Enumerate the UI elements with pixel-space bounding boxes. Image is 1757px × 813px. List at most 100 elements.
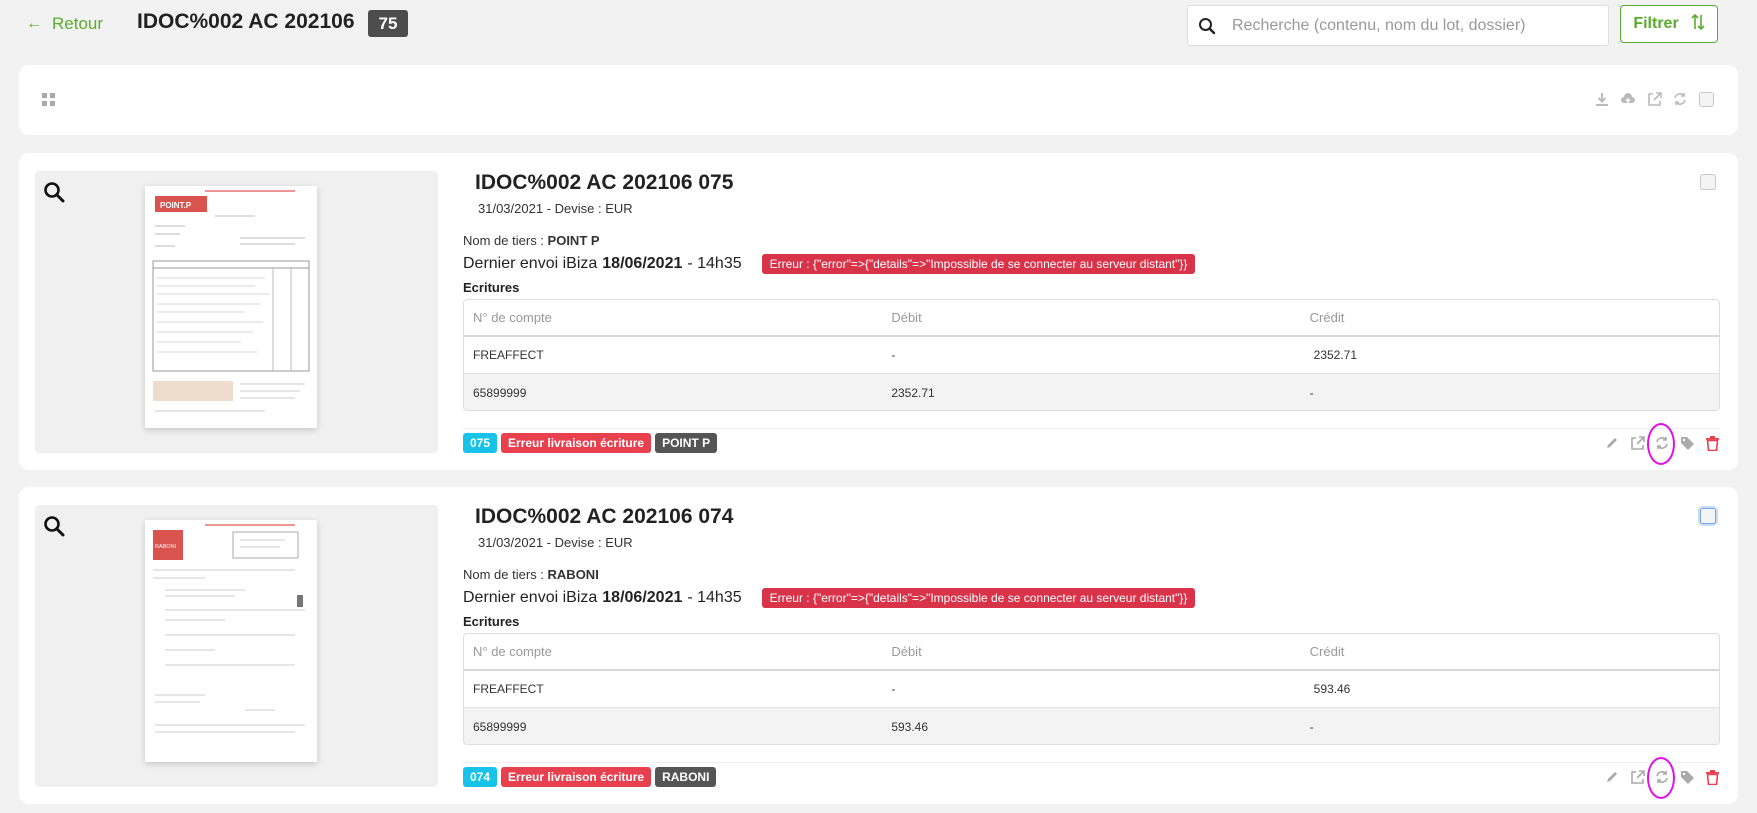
tag-list: 075 Erreur livraison écriture POINT P [463, 433, 718, 453]
highlight-ring [1647, 423, 1675, 465]
last-send-label: Dernier envoi iBiza [463, 255, 598, 272]
search-input[interactable] [1226, 6, 1608, 45]
card-actions [1604, 423, 1720, 465]
search-icon [1188, 17, 1226, 35]
card-divider [463, 762, 1720, 763]
zoom-icon[interactable] [43, 181, 65, 208]
delivery-error-tag: Erreur livraison écriture [501, 433, 652, 453]
last-send-line: Dernier envoi iBiza 18/06/2021 - 14h35 E… [463, 588, 1196, 608]
page-title: IDOC%002 AC 202106 [137, 10, 355, 33]
piece-number-tag: 074 [463, 767, 498, 787]
cell-debit: 593.46 [891, 719, 929, 734]
cell-credit: 593.46 [1313, 682, 1351, 696]
col-header-debit: Débit [891, 310, 922, 325]
delivery-error-tag: Erreur livraison écriture [501, 767, 652, 787]
col-header-credit: Crédit [1309, 310, 1345, 325]
table-row: 65899999 593.46 - [464, 708, 1719, 744]
select-all-checkbox[interactable] [1698, 91, 1714, 107]
cell-credit: 2352.71 [1313, 348, 1358, 362]
cell-credit: - [1309, 719, 1314, 734]
bulk-actions [1594, 91, 1714, 107]
sync-icon[interactable] [1647, 423, 1675, 465]
table-row: FREAFFECT - 2352.71 [464, 337, 1719, 374]
error-message-badge: Erreur : {"error"=>{"details"=>"Impossib… [761, 254, 1196, 274]
edit-icon[interactable] [1604, 435, 1620, 451]
document-card: RABONI IDOC%002 AC 202106 074 31/03/2021… [19, 487, 1738, 804]
sync-icon[interactable] [1647, 757, 1675, 799]
col-header-credit: Crédit [1309, 644, 1345, 659]
tag-list: 074 Erreur livraison écriture RABONI [463, 767, 717, 787]
delete-icon[interactable] [1704, 435, 1720, 451]
table-header-row: N° de compte Débit Crédit [464, 300, 1719, 337]
zoom-icon[interactable] [43, 515, 65, 542]
table-row: 65899999 2352.71 - [464, 374, 1719, 410]
ecritures-table: N° de compte Débit Crédit FREAFFECT - 23… [463, 299, 1720, 411]
edit-icon[interactable] [1604, 769, 1620, 785]
delete-icon[interactable] [1704, 769, 1720, 785]
last-send-date: 18/06/2021 [602, 255, 683, 272]
error-message-badge: Erreur : {"error"=>{"details"=>"Impossib… [761, 588, 1196, 608]
tiers-tag: RABONI [655, 767, 717, 787]
last-send-time: - 14h35 [687, 589, 742, 606]
cell-debit: - [891, 682, 896, 696]
col-header-account: N° de compte [473, 310, 552, 325]
external-link-icon[interactable] [1629, 435, 1645, 451]
document-card: POINT.P IDOC%002 AC 202106 075 31/03/202… [19, 153, 1738, 470]
last-send-line: Dernier envoi iBiza 18/06/2021 - 14h35 E… [463, 254, 1196, 274]
cell-debit: 2352.71 [891, 385, 935, 400]
document-preview: RABONI [145, 520, 317, 762]
document-thumbnail-area[interactable]: RABONI [35, 505, 438, 787]
tiers-line: Nom de tiers : RABONI [463, 567, 599, 582]
sync-icon[interactable] [1672, 91, 1688, 107]
highlight-ring [1647, 757, 1675, 799]
table-header-row: N° de compte Débit Crédit [464, 634, 1719, 671]
external-link-icon[interactable] [1629, 769, 1645, 785]
tiers-label: Nom de tiers : [463, 567, 548, 582]
tag-icon[interactable] [1679, 435, 1695, 451]
back-arrow-icon: ← [26, 15, 42, 32]
tiers-name: RABONI [547, 567, 599, 582]
tiers-label: Nom de tiers : [463, 233, 548, 248]
tiers-tag: POINT P [655, 433, 718, 453]
grid-view-icon[interactable] [42, 93, 56, 112]
thumb-brand: RABONI [155, 544, 177, 550]
cell-account: FREAFFECT [473, 682, 544, 696]
ecritures-label: Ecritures [463, 614, 520, 629]
last-send-label: Dernier envoi iBiza [463, 589, 598, 606]
filter-button[interactable]: Filtrer [1620, 5, 1718, 43]
document-thumbnail-area[interactable]: POINT.P [35, 171, 438, 453]
search-box [1187, 5, 1609, 46]
document-count-badge: 75 [368, 10, 408, 37]
document-title: IDOC%002 AC 202106 074 [475, 505, 734, 528]
tag-icon[interactable] [1679, 769, 1695, 785]
document-preview: POINT.P [145, 186, 317, 428]
piece-number-tag: 075 [463, 433, 498, 453]
last-send-time: - 14h35 [687, 255, 742, 272]
sort-arrows-icon [1691, 13, 1705, 36]
download-icon[interactable] [1594, 91, 1610, 107]
document-checkbox[interactable] [1700, 508, 1716, 524]
card-actions [1604, 757, 1720, 799]
document-checkbox[interactable] [1700, 174, 1716, 190]
table-row: FREAFFECT - 593.46 [464, 671, 1719, 708]
back-label: Retour [52, 14, 104, 33]
ecritures-table: N° de compte Débit Crédit FREAFFECT - 59… [463, 633, 1720, 745]
document-meta: 31/03/2021 - Devise : EUR [478, 201, 633, 216]
tiers-line: Nom de tiers : POINT P [463, 233, 600, 248]
card-divider [463, 428, 1720, 429]
bulk-toolbar [19, 65, 1738, 135]
col-header-debit: Débit [891, 644, 922, 659]
tiers-name: POINT P [547, 233, 600, 248]
cloud-upload-icon[interactable] [1620, 91, 1636, 107]
external-link-icon[interactable] [1646, 91, 1662, 107]
ecritures-label: Ecritures [463, 280, 520, 295]
document-meta: 31/03/2021 - Devise : EUR [478, 535, 633, 550]
col-header-account: N° de compte [473, 644, 552, 659]
cell-account: 65899999 [473, 385, 527, 400]
last-send-date: 18/06/2021 [602, 589, 683, 606]
document-title: IDOC%002 AC 202106 075 [475, 171, 734, 194]
filter-label: Filtrer [1633, 15, 1679, 32]
back-link[interactable]: ← Retour [26, 14, 103, 34]
top-bar: ← Retour IDOC%002 AC 202106 75 Filtrer [0, 0, 1757, 52]
thumb-brand: POINT.P [160, 201, 192, 210]
